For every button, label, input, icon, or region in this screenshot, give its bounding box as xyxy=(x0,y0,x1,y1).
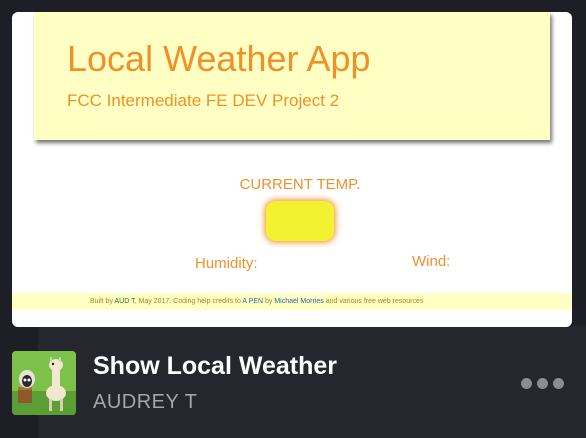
dot-1 xyxy=(521,377,532,389)
credits-text-3: by xyxy=(263,298,275,305)
credits-michael: Michael Morries xyxy=(274,298,324,305)
app-subtitle: FCC Intermediate FE DEV Project 2 xyxy=(67,91,340,110)
tile-footer-background xyxy=(38,326,586,438)
avatar-image xyxy=(12,351,76,415)
pen-preview[interactable]: Local Weather App FCC Intermediate FE DE… xyxy=(12,12,572,327)
credits-footer: Built by AUD T, May 2017. Coding help cr… xyxy=(12,293,572,310)
humidity-label: Humidity: xyxy=(195,255,258,272)
temp-display-box xyxy=(266,201,334,241)
pen-title[interactable]: Show Local Weather xyxy=(93,352,337,381)
dot-2 xyxy=(537,377,548,389)
pen-author[interactable]: AUDREY T xyxy=(93,391,197,414)
more-options-icon[interactable] xyxy=(521,376,567,390)
credits-pen-link: A PEN xyxy=(242,298,264,305)
app-title: Local Weather App xyxy=(67,38,371,79)
credits-text-1: Built by xyxy=(90,298,115,305)
credits-text-4: and various free web resources xyxy=(323,298,424,305)
credits-text-2: , May 2017. Coding help credits to xyxy=(134,298,243,305)
current-temp-label: CURRENT TEMP. xyxy=(239,176,361,193)
app-banner: Local Weather App FCC Intermediate FE DE… xyxy=(34,12,550,140)
wind-label: Wind: xyxy=(412,253,451,270)
dot-3 xyxy=(553,377,564,389)
pen-tile: Local Weather App FCC Intermediate FE DE… xyxy=(0,0,586,438)
credits-author: AUD T xyxy=(114,298,135,305)
shaun-the-sheep-avatar-icon[interactable] xyxy=(12,351,76,415)
